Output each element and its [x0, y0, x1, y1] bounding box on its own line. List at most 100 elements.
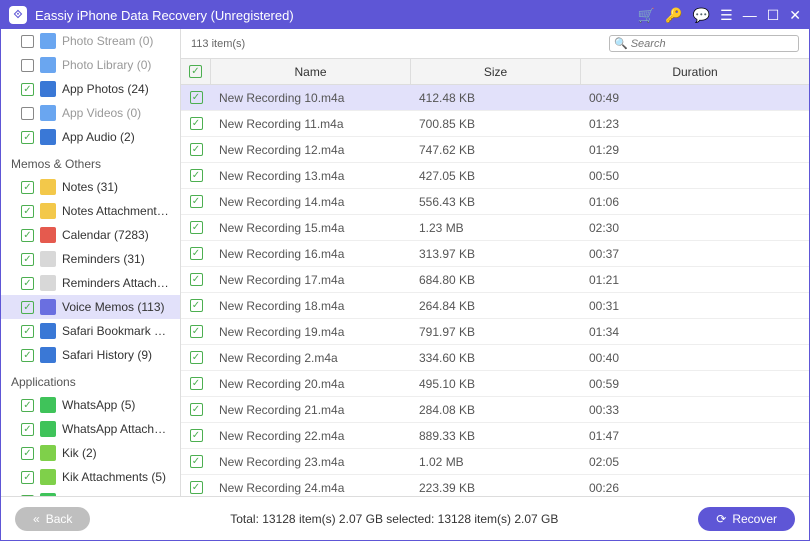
cell-name: New Recording 20.m4a	[211, 377, 411, 391]
row-checkbox[interactable]	[181, 117, 211, 130]
table-row[interactable]: New Recording 17.m4a684.80 KB01:21	[181, 267, 809, 293]
category-icon	[40, 33, 56, 49]
sidebar-item[interactable]: Photo Library (0)	[1, 53, 180, 77]
row-checkbox[interactable]	[181, 351, 211, 364]
key-icon[interactable]: 🔑	[665, 7, 682, 24]
checkbox[interactable]	[21, 399, 34, 412]
cell-size: 223.39 KB	[411, 481, 581, 495]
table-row[interactable]: New Recording 14.m4a556.43 KB01:06	[181, 189, 809, 215]
table-row[interactable]: New Recording 21.m4a284.08 KB00:33	[181, 397, 809, 423]
row-checkbox[interactable]	[181, 91, 211, 104]
sidebar-item[interactable]: WhatsApp (5)	[1, 393, 180, 417]
row-checkbox[interactable]	[181, 221, 211, 234]
checkbox[interactable]	[21, 423, 34, 436]
table-row[interactable]: New Recording 24.m4a223.39 KB00:26	[181, 475, 809, 496]
checkbox[interactable]	[21, 301, 34, 314]
table-row[interactable]: New Recording 10.m4a412.48 KB00:49	[181, 85, 809, 111]
table-row[interactable]: New Recording 16.m4a313.97 KB00:37	[181, 241, 809, 267]
recover-label: Recover	[732, 512, 777, 526]
sidebar-item[interactable]: App Videos (0)	[1, 101, 180, 125]
table-row[interactable]: New Recording 13.m4a427.05 KB00:50	[181, 163, 809, 189]
checkbox[interactable]	[21, 325, 34, 338]
column-name[interactable]: Name	[211, 59, 411, 84]
cell-duration: 01:21	[581, 273, 809, 287]
sidebar-item-label: Line (4)	[62, 494, 170, 496]
table-row[interactable]: New Recording 12.m4a747.62 KB01:29	[181, 137, 809, 163]
sidebar-item[interactable]: Calendar (7283)	[1, 223, 180, 247]
search-box[interactable]: 🔍	[609, 35, 799, 52]
cell-size: 791.97 KB	[411, 325, 581, 339]
row-checkbox[interactable]	[181, 429, 211, 442]
checkbox[interactable]	[21, 253, 34, 266]
checkbox[interactable]	[21, 181, 34, 194]
sidebar-item[interactable]: Reminders Attachmen...	[1, 271, 180, 295]
select-all-checkbox[interactable]	[181, 59, 211, 84]
checkbox[interactable]	[21, 205, 34, 218]
row-checkbox[interactable]	[181, 325, 211, 338]
checkbox[interactable]	[21, 131, 34, 144]
table-row[interactable]: New Recording 18.m4a264.84 KB00:31	[181, 293, 809, 319]
menu-icon[interactable]: ☰	[720, 7, 733, 24]
table-row[interactable]: New Recording 20.m4a495.10 KB00:59	[181, 371, 809, 397]
row-checkbox[interactable]	[181, 143, 211, 156]
checkbox[interactable]	[21, 229, 34, 242]
row-checkbox[interactable]	[181, 247, 211, 260]
close-icon[interactable]: ✕	[789, 7, 801, 24]
checkbox[interactable]	[21, 83, 34, 96]
row-checkbox[interactable]	[181, 403, 211, 416]
table-row[interactable]: New Recording 2.m4a334.60 KB00:40	[181, 345, 809, 371]
row-checkbox[interactable]	[181, 195, 211, 208]
checkbox[interactable]	[21, 495, 34, 497]
cart-icon[interactable]: 🛒	[638, 7, 655, 24]
sidebar-item[interactable]: App Audio (2)	[1, 125, 180, 149]
row-checkbox[interactable]	[181, 299, 211, 312]
row-checkbox[interactable]	[181, 377, 211, 390]
row-checkbox[interactable]	[181, 169, 211, 182]
sidebar-item[interactable]: Notes Attachments (24)	[1, 199, 180, 223]
sidebar-item[interactable]: Line (4)	[1, 489, 180, 496]
maximize-icon[interactable]: ☐	[767, 7, 780, 24]
table-row[interactable]: New Recording 22.m4a889.33 KB01:47	[181, 423, 809, 449]
minimize-icon[interactable]: —	[743, 7, 757, 23]
checkbox[interactable]	[21, 447, 34, 460]
cell-duration: 00:49	[581, 91, 809, 105]
recover-button[interactable]: ⟳ Recover	[698, 507, 795, 531]
sidebar-item[interactable]: Notes (31)	[1, 175, 180, 199]
checkbox[interactable]	[21, 349, 34, 362]
sidebar-item[interactable]: Kik (2)	[1, 441, 180, 465]
search-input[interactable]	[631, 38, 794, 50]
sidebar-item[interactable]: App Photos (24)	[1, 77, 180, 101]
row-checkbox[interactable]	[181, 481, 211, 494]
sidebar-item[interactable]: Kik Attachments (5)	[1, 465, 180, 489]
table-row[interactable]: New Recording 23.m4a1.02 MB02:05	[181, 449, 809, 475]
checkbox[interactable]	[21, 107, 34, 120]
sidebar-item[interactable]: WhatsApp Attachmen...	[1, 417, 180, 441]
checkbox[interactable]	[21, 471, 34, 484]
sidebar-item[interactable]: Safari History (9)	[1, 343, 180, 367]
column-duration[interactable]: Duration	[581, 59, 809, 84]
row-checkbox[interactable]	[181, 455, 211, 468]
table-row[interactable]: New Recording 15.m4a1.23 MB02:30	[181, 215, 809, 241]
table-row[interactable]: New Recording 11.m4a700.85 KB01:23	[181, 111, 809, 137]
column-size[interactable]: Size	[411, 59, 581, 84]
category-icon	[40, 275, 56, 291]
category-icon	[40, 421, 56, 437]
sidebar-item[interactable]: Voice Memos (113)	[1, 295, 180, 319]
footer: « Back Total: 13128 item(s) 2.07 GB sele…	[1, 496, 809, 540]
checkbox[interactable]	[21, 59, 34, 72]
cell-size: 264.84 KB	[411, 299, 581, 313]
sidebar-item-label: Photo Stream (0)	[62, 34, 170, 48]
category-icon	[40, 397, 56, 413]
chat-icon[interactable]: 💬	[693, 7, 710, 24]
cell-size: 556.43 KB	[411, 195, 581, 209]
table-row[interactable]: New Recording 19.m4a791.97 KB01:34	[181, 319, 809, 345]
checkbox[interactable]	[21, 35, 34, 48]
back-button[interactable]: « Back	[15, 507, 90, 531]
sidebar-item[interactable]: Reminders (31)	[1, 247, 180, 271]
row-checkbox[interactable]	[181, 273, 211, 286]
checkbox[interactable]	[21, 277, 34, 290]
sidebar-item[interactable]: Safari Bookmark (653)	[1, 319, 180, 343]
cell-name: New Recording 16.m4a	[211, 247, 411, 261]
cell-duration: 01:23	[581, 117, 809, 131]
sidebar-item[interactable]: Photo Stream (0)	[1, 29, 180, 53]
